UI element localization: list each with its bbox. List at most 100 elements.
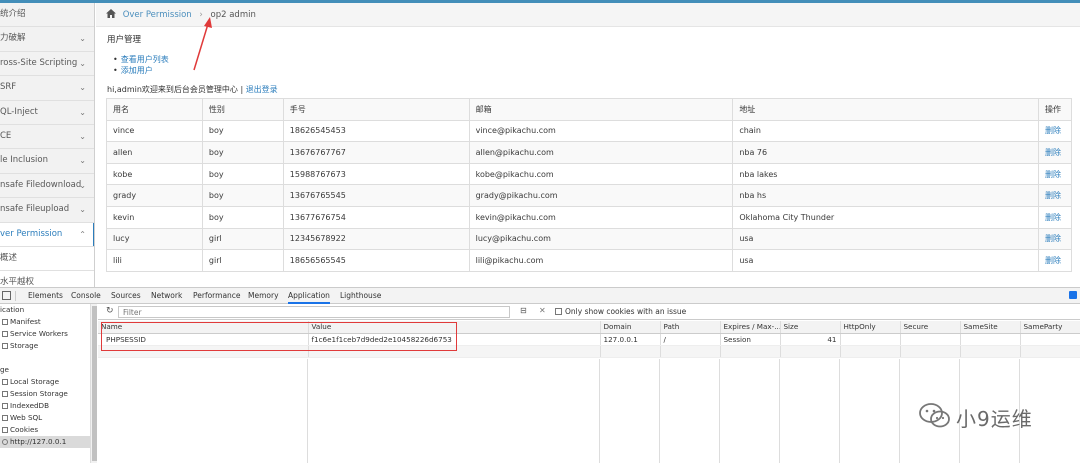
grid-column — [98, 359, 308, 463]
sidebar-item-session-storage[interactable]: Session Storage — [0, 388, 96, 400]
web-page: 统介绍 力破解 ⌄ ross-Site Scripting ⌄ SRF ⌄ QL-In… — [0, 0, 1080, 287]
dock-icon[interactable] — [2, 291, 11, 300]
only-issues-checkbox[interactable] — [555, 308, 562, 315]
sidebar-item-web-sql[interactable]: Web SQL — [0, 412, 96, 424]
column-header: 用名 — [106, 98, 203, 121]
column-header[interactable]: SameSite — [960, 321, 1021, 334]
tab-lighthouse[interactable]: Lighthouse — [340, 288, 381, 304]
delete-link[interactable]: 删除 — [1037, 162, 1073, 186]
sidebar-item-xss[interactable]: ross-Site Scripting ⌄ — [0, 52, 94, 77]
tab-console[interactable]: Console — [71, 288, 101, 304]
tab-elements[interactable]: Elements — [28, 288, 63, 304]
clear-all-cookies-icon[interactable]: ⊟ — [520, 306, 527, 315]
cell-phone: 13676765545 — [282, 184, 470, 207]
application-sidebar: ication Manifest Service Workers Storage… — [0, 304, 97, 463]
column-header[interactable]: Secure — [900, 321, 961, 334]
cell-address: nba 76 — [732, 141, 1039, 164]
sidebar-item-indexeddb[interactable]: IndexedDB — [0, 400, 96, 412]
scrollbar-thumb[interactable] — [92, 306, 97, 461]
only-issues-label: Only show cookies with an issue — [565, 307, 687, 316]
user-table: 用名 性别 手号 邮箱 地址 操作 vince boy 18626545453 … — [106, 98, 1073, 272]
sidebar-item-filedownload[interactable]: nsafe Filedownload ⌄ — [0, 174, 94, 199]
chevron-down-icon: ⌄ — [79, 205, 86, 215]
view-users-link[interactable]: 查看用户列表 — [121, 55, 169, 64]
cookie-sameparty[interactable] — [1020, 333, 1080, 346]
add-user-link[interactable]: 添加用户 — [121, 66, 153, 75]
cookie-size[interactable]: 41 — [780, 333, 841, 346]
column-header[interactable]: Expires / Max-... — [720, 321, 781, 334]
column-header[interactable]: HttpOnly — [840, 321, 901, 334]
sidebar-item-bruteforce[interactable]: 力破解 ⌄ — [0, 27, 94, 52]
cookie-samesite[interactable] — [960, 333, 1021, 346]
sidebar-scrollbar[interactable] — [90, 304, 97, 463]
cookie-secure[interactable] — [900, 333, 961, 346]
grid-column — [660, 359, 720, 463]
sidebar-item-file-inclusion[interactable]: le Inclusion ⌄ — [0, 149, 94, 174]
sidebar-section-application: ication — [0, 304, 96, 316]
tab-sources[interactable]: Sources — [111, 288, 141, 304]
item-label: IndexedDB — [10, 401, 50, 410]
delete-link[interactable]: 删除 — [1037, 205, 1073, 229]
sidebar-item-cookie-origin[interactable]: http://127.0.0.1 — [0, 436, 96, 448]
close-icon[interactable]: ✕ — [539, 306, 546, 315]
sidebar-subitem-horizontal[interactable]: 水平越权 — [0, 271, 94, 287]
column-header: 邮箱 — [468, 98, 734, 121]
filter-input[interactable] — [118, 306, 510, 318]
tab-application[interactable]: Application — [288, 288, 330, 304]
issues-icon[interactable] — [1069, 291, 1077, 299]
column-header[interactable]: SameParty — [1020, 321, 1080, 334]
cell-gender: boy — [201, 141, 284, 164]
cookie-httponly[interactable] — [840, 333, 901, 346]
cookie-expires[interactable]: Session — [720, 333, 781, 346]
sidebar-item-fileupload[interactable]: nsafe Fileupload ⌄ — [0, 198, 94, 223]
cell-email: kevin@pikachu.com — [468, 205, 734, 229]
sidebar-item-cookies[interactable]: Cookies — [0, 424, 96, 436]
sidebar-item-label: ver Permission — [0, 228, 63, 239]
empty-cell — [780, 345, 841, 358]
sidebar-item-intro[interactable]: 统介绍 — [0, 3, 94, 28]
sidebar-item-storage[interactable]: Storage — [0, 340, 96, 352]
sidebar-item-label: 水平越权 — [0, 277, 35, 287]
column-header[interactable]: Domain — [600, 321, 661, 334]
cell-address: chain — [732, 119, 1039, 143]
cell-phone: 15988767673 — [282, 162, 470, 186]
logout-link[interactable]: 退出登录 — [246, 85, 278, 94]
action-links: 查看用户列表 添加用户 — [107, 54, 1072, 76]
database-icon — [2, 343, 8, 349]
delete-link[interactable]: 删除 — [1037, 119, 1073, 143]
item-label: Manifest — [10, 317, 41, 326]
sidebar-item-service-workers[interactable]: Service Workers — [0, 328, 96, 340]
tab-memory[interactable]: Memory — [248, 288, 279, 304]
tab-performance[interactable]: Performance — [193, 288, 241, 304]
home-icon[interactable] — [106, 9, 116, 18]
sidebar-item-manifest[interactable]: Manifest — [0, 316, 96, 328]
breadcrumb-parent-link[interactable]: Over Permission — [123, 10, 192, 20]
section-label: ication — [0, 305, 25, 314]
cookie-path[interactable]: / — [660, 333, 721, 346]
sidebar-subitem-overview[interactable]: 概述 — [0, 246, 94, 272]
sidebar-item-rce[interactable]: CE ⌄ — [0, 125, 94, 150]
chevron-down-icon: ⌄ — [79, 83, 86, 93]
cell-address: nba hs — [732, 184, 1039, 207]
delete-link[interactable]: 删除 — [1037, 184, 1073, 207]
cookie-domain[interactable]: 127.0.0.1 — [600, 333, 661, 346]
delete-link[interactable]: 删除 — [1037, 141, 1073, 164]
column-header[interactable]: Size — [780, 321, 841, 334]
column-header[interactable]: Path — [660, 321, 721, 334]
cookie-filter-bar: ↻ ⊟ ✕ Only show cookies with an issue — [98, 304, 1080, 320]
table-row: lucy girl 12345678922 lucy@pikachu.com u… — [106, 227, 1073, 251]
cell-phone: 18656565545 — [282, 249, 470, 272]
sidebar-item-csrf[interactable]: SRF ⌄ — [0, 76, 94, 101]
refresh-icon[interactable]: ↻ — [106, 306, 114, 316]
delete-link[interactable]: 删除 — [1037, 227, 1073, 251]
empty-cell — [600, 345, 661, 358]
sidebar-item-label: SRF — [0, 82, 17, 93]
delete-link[interactable]: 删除 — [1037, 249, 1073, 272]
sidebar-item-sqli[interactable]: QL-Inject ⌄ — [0, 101, 94, 125]
sidebar-item-over-permission[interactable]: ver Permission ⌃ — [0, 222, 94, 247]
sidebar-item-label: le Inclusion — [0, 155, 48, 166]
cell-email: lili@pikachu.com — [468, 249, 734, 272]
sidebar-item-local-storage[interactable]: Local Storage — [0, 376, 96, 388]
tab-network[interactable]: Network — [151, 288, 182, 304]
table-row: allen boy 13676767767 allen@pikachu.com … — [106, 141, 1073, 164]
